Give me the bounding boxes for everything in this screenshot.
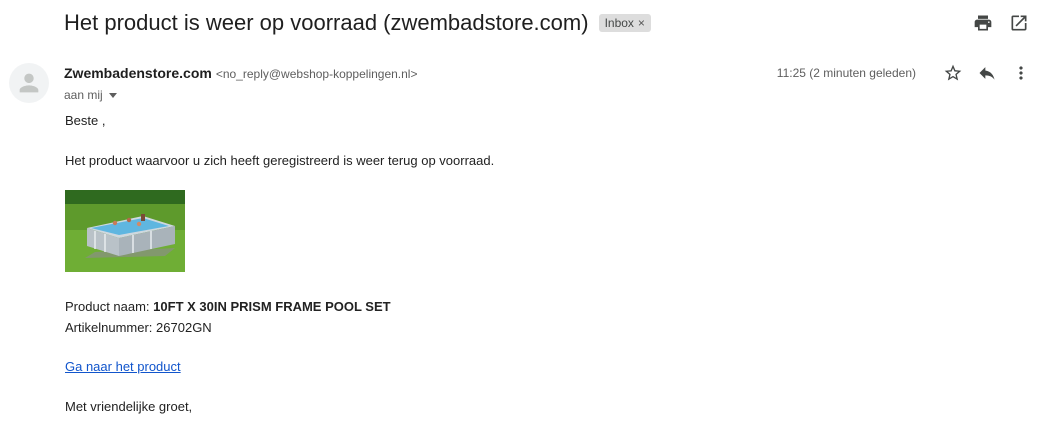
sender-email: <no_reply@webshop-koppelingen.nl> <box>215 67 418 81</box>
reply-icon[interactable] <box>976 62 998 84</box>
sender-row: Zwembadenstore.com <no_reply@webshop-kop… <box>64 65 417 81</box>
closing-text: Met vriendelijke groet, <box>65 399 193 414</box>
star-icon[interactable] <box>942 62 964 84</box>
intro-text: Het product waarvoor u zich heeft geregi… <box>65 153 495 168</box>
product-name-line: Product naam: 10FT X 30IN PRISM FRAME PO… <box>65 299 391 314</box>
message-meta: 11:25 (2 minuten geleden) <box>777 62 1032 84</box>
product-name: 10FT X 30IN PRISM FRAME POOL SET <box>153 299 391 314</box>
email-subject: Het product is weer op voorraad (zwembad… <box>64 10 589 35</box>
article-number-label: Artikelnummer: <box>65 320 153 335</box>
inbox-label-text: Inbox <box>604 16 634 30</box>
product-name-label: Product naam: <box>65 299 150 314</box>
chevron-down-icon <box>108 92 117 98</box>
article-number-line: Artikelnummer: 26702GN <box>65 320 212 335</box>
sender-name[interactable]: Zwembadenstore.com <box>64 65 212 81</box>
inbox-label-chip[interactable]: Inbox × <box>598 14 651 32</box>
product-link[interactable]: Ga naar het product <box>65 359 181 374</box>
subject-row: Het product is weer op voorraad (zwembad… <box>64 8 651 38</box>
open-in-new-window-icon[interactable] <box>1008 12 1030 34</box>
timestamp: 11:25 (2 minuten geleden) <box>776 66 916 80</box>
header-actions <box>972 12 1030 34</box>
greeting: Beste , <box>65 113 106 128</box>
avatar-person-icon <box>9 63 49 103</box>
product-image[interactable] <box>65 190 185 272</box>
print-icon[interactable] <box>972 12 994 34</box>
recipient-details-toggle[interactable]: aan mij <box>64 88 117 102</box>
recipient-text: aan mij <box>64 88 103 102</box>
more-vert-icon[interactable] <box>1010 62 1032 84</box>
article-number: 26702GN <box>156 320 212 335</box>
remove-label-icon[interactable]: × <box>638 16 645 30</box>
